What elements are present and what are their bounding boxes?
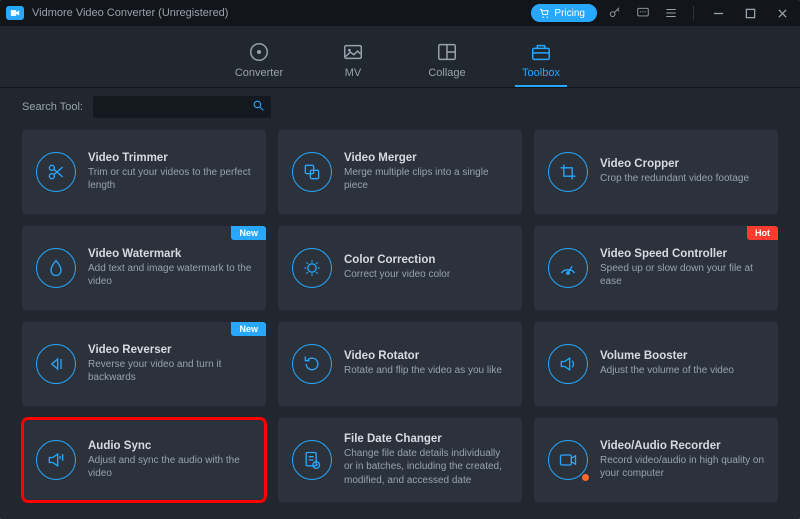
tool-desc: Adjust and sync the audio with the video [88,454,252,481]
search-box[interactable] [93,96,271,118]
app-window: Vidmore Video Converter (Unregistered) P… [0,0,800,519]
key-icon[interactable] [605,3,625,23]
tool-card-recorder[interactable]: Video/Audio Recorder Record video/audio i… [534,418,778,502]
tool-title: Video Reverser [88,344,252,356]
tool-desc: Change file date details individually or… [344,447,508,488]
nav-label: Collage [428,67,465,79]
tool-card-audiosync[interactable]: Audio Sync Adjust and sync the audio with… [22,418,266,502]
tool-text: Video/Audio Recorder Record video/audio i… [600,440,764,481]
watermark-icon [36,248,76,288]
mv-icon [342,41,364,63]
tool-title: File Date Changer [344,433,508,445]
tool-text: Color Correction Correct your video color [344,254,450,282]
tool-title: Video Watermark [88,248,252,260]
scissors-icon [36,152,76,192]
divider [693,6,694,20]
toolbox-icon [530,41,552,63]
nav-collage[interactable]: Collage [421,41,473,87]
tool-desc: Add text and image watermark to the vide… [88,262,252,289]
crop-icon [548,152,588,192]
search-label: Search Tool: [22,101,83,113]
tool-card-filedate[interactable]: File Date Changer Change file date detail… [278,418,522,502]
main-nav: Converter MV Collage Toolbox [0,26,800,88]
merge-icon [292,152,332,192]
nav-toolbox[interactable]: Toolbox [515,41,567,87]
tool-card-rotate[interactable]: Video Rotator Rotate and flip the video a… [278,322,522,406]
volume-icon [548,344,588,384]
tool-card-watermark[interactable]: New Video Watermark Add text and image wat… [22,226,266,310]
audiosync-icon [36,440,76,480]
tool-text: Video Cropper Crop the redundant video fo… [600,158,749,186]
pricing-label: Pricing [554,8,585,19]
maximize-button[interactable] [738,3,762,23]
tool-desc: Trim or cut your videos to the perfect l… [88,166,252,193]
tool-title: Color Correction [344,254,450,266]
nav-converter[interactable]: Converter [233,41,285,87]
tool-card-crop[interactable]: Video Cropper Crop the redundant video fo… [534,130,778,214]
badge-new: New [231,226,266,240]
filedate-icon [292,440,332,480]
menu-icon[interactable] [661,3,681,23]
tool-desc: Correct your video color [344,268,450,282]
reverse-icon [36,344,76,384]
tool-title: Audio Sync [88,440,252,452]
close-button[interactable] [770,3,794,23]
tool-desc: Reverse your video and turn it backwards [88,358,252,385]
tool-text: Audio Sync Adjust and sync the audio with… [88,440,252,481]
tool-text: Video Merger Merge multiple clips into a … [344,152,508,193]
nav-label: MV [345,67,362,79]
tool-text: Video Watermark Add text and image waterm… [88,248,252,289]
feedback-icon[interactable] [633,3,653,23]
search-row: Search Tool: [0,88,800,126]
converter-icon [248,41,270,63]
tool-desc: Speed up or slow down your file at ease [600,262,764,289]
tool-text: Video Reverser Reverse your video and tur… [88,344,252,385]
nav-label: Converter [235,67,283,79]
notification-dot [581,473,590,482]
rotate-icon [292,344,332,384]
tool-card-reverse[interactable]: New Video Reverser Reverse your video and … [22,322,266,406]
tool-title: Video Trimmer [88,152,252,164]
pricing-button[interactable]: Pricing [531,4,597,22]
badge-hot: Hot [747,226,778,240]
tool-text: File Date Changer Change file date detail… [344,433,508,488]
tool-grid: Video Trimmer Trim or cut your videos to … [0,126,800,519]
nav-mv[interactable]: MV [327,41,379,87]
badge-new: New [231,322,266,336]
tool-desc: Record video/audio in high quality on yo… [600,454,764,481]
tool-card-color[interactable]: Color Correction Correct your video color [278,226,522,310]
nav-label: Toolbox [522,67,560,79]
collage-icon [436,41,458,63]
tool-card-merge[interactable]: Video Merger Merge multiple clips into a … [278,130,522,214]
app-logo-icon [6,6,24,20]
search-input[interactable] [99,96,252,118]
speed-icon [548,248,588,288]
tool-title: Video/Audio Recorder [600,440,764,452]
title-bar: Vidmore Video Converter (Unregistered) P… [0,0,800,26]
tool-title: Video Rotator [344,350,502,362]
app-title: Vidmore Video Converter (Unregistered) [32,7,228,19]
tool-card-scissors[interactable]: Video Trimmer Trim or cut your videos to … [22,130,266,214]
tool-text: Video Trimmer Trim or cut your videos to … [88,152,252,193]
tool-desc: Crop the redundant video footage [600,172,749,186]
tool-desc: Adjust the volume of the video [600,364,734,378]
tool-card-volume[interactable]: Volume Booster Adjust the volume of the v… [534,322,778,406]
tool-desc: Merge multiple clips into a single piece [344,166,508,193]
tool-text: Video Speed Controller Speed up or slow d… [600,248,764,289]
tool-title: Video Cropper [600,158,749,170]
color-icon [292,248,332,288]
search-icon[interactable] [252,99,265,115]
tool-title: Video Merger [344,152,508,164]
tool-desc: Rotate and flip the video as you like [344,364,502,378]
minimize-button[interactable] [706,3,730,23]
tool-card-speed[interactable]: Hot Video Speed Controller Speed up or slo… [534,226,778,310]
cart-icon [539,8,550,19]
tool-text: Video Rotator Rotate and flip the video a… [344,350,502,378]
tool-title: Volume Booster [600,350,734,362]
tool-text: Volume Booster Adjust the volume of the v… [600,350,734,378]
tool-title: Video Speed Controller [600,248,764,260]
